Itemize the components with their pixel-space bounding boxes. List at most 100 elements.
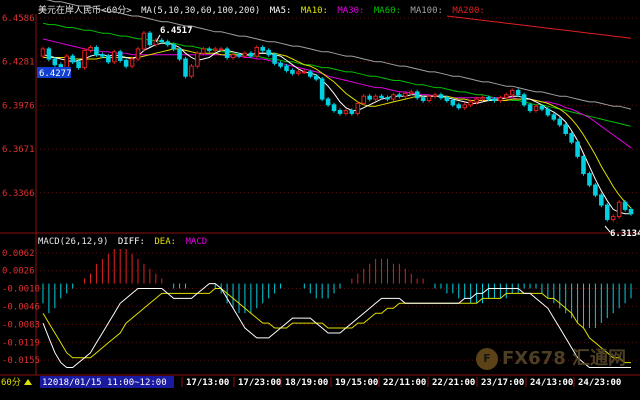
candle-body (52, 58, 58, 66)
candle-body (88, 47, 93, 51)
candle-body (569, 132, 574, 143)
candle-body (117, 51, 123, 61)
price-tick-label: 6.3366 (2, 189, 35, 199)
date-tick-label: 24/23:00 (578, 378, 621, 388)
price-tick-label: 6.4281 (2, 58, 35, 68)
candle-body (165, 41, 170, 46)
range-label: 12018/01/15 11:00~12:00 (42, 378, 167, 388)
candle-body (100, 54, 105, 57)
candle-body (307, 71, 313, 77)
candle-body (403, 92, 408, 97)
candle-body (456, 104, 462, 109)
candle-body (212, 48, 218, 51)
fx678-watermark: F FX678 汇通网 (475, 344, 626, 370)
candle-body (397, 94, 402, 97)
candle-body (480, 97, 485, 100)
date-tick-label: 24/13:00 (530, 378, 573, 388)
candle-body (575, 141, 580, 157)
candle-body (147, 32, 153, 46)
candle-body (177, 48, 182, 60)
candle-body (40, 48, 46, 57)
candle-body (616, 201, 622, 218)
ma60-line (42, 22, 632, 127)
macd-tick-label: 0.0062 (2, 249, 35, 259)
candle-body (70, 55, 75, 63)
candle-body (545, 108, 551, 116)
candle-body (486, 97, 491, 100)
candle-body (141, 32, 147, 50)
candle-body (414, 91, 420, 99)
candle-body (46, 48, 52, 60)
candle-body (189, 65, 194, 77)
price-tick-label: 6.3976 (2, 101, 35, 111)
candle-body (379, 95, 384, 99)
candle-body (450, 100, 456, 106)
candle-body (610, 216, 616, 220)
candle-body (361, 95, 367, 104)
candle-body (604, 204, 610, 220)
candle-body (521, 94, 527, 106)
low-price-label: 6.3134 (610, 229, 640, 239)
candle-body (533, 105, 539, 112)
candle-body (82, 49, 87, 69)
candle-body (302, 71, 307, 74)
candle-body (498, 97, 503, 102)
candle-body (183, 58, 188, 77)
candle-body (296, 71, 301, 74)
date-tick-label: 19/15:00 (335, 378, 378, 388)
candle-body (129, 58, 135, 67)
macd-tick-label: 0.0026 (2, 267, 35, 277)
candle-body (319, 78, 325, 100)
candle-body (218, 48, 224, 51)
candle-body (248, 52, 254, 57)
price-tick-label: 6.3671 (2, 145, 35, 155)
macd-tick-label: -0.0010 (2, 285, 40, 295)
candle-body (236, 54, 242, 57)
date-tick-label: 22/11:00 (383, 378, 426, 388)
candle-body (224, 48, 230, 59)
candle-body (515, 89, 521, 96)
candle-body (349, 110, 355, 114)
price-tick-label: 6.4586 (2, 14, 35, 24)
candle-body (111, 51, 117, 63)
candle-body (201, 48, 206, 54)
candle-body (135, 48, 141, 60)
candle-body (272, 54, 277, 64)
candle-body (563, 124, 568, 134)
candle-body (385, 97, 390, 100)
candle-body (159, 39, 165, 43)
candle-body (557, 118, 563, 126)
candle-body (622, 201, 628, 210)
candle-body (432, 94, 438, 97)
chart-canvas[interactable]: 6.4586 6.4281 6.3976 6.3671 6.3366 0.0062 0.0… (0, 0, 640, 400)
date-tick-label: 18/19:00 (285, 378, 328, 388)
candle-body (207, 48, 212, 51)
candle-body (171, 44, 176, 50)
candle-body (230, 54, 236, 59)
period-up-icon (24, 379, 32, 385)
candle-body (331, 104, 337, 112)
candle-body (628, 208, 634, 215)
ma5-line (42, 42, 631, 215)
date-tick-label: 23/17:00 (481, 378, 524, 388)
candle-body (367, 95, 372, 100)
candle-body (106, 55, 111, 63)
candle-body (420, 97, 426, 102)
candle-body (355, 102, 361, 114)
candle-body (313, 75, 319, 80)
candle-body (284, 65, 289, 71)
candle-body (343, 110, 349, 114)
candle-body (242, 52, 248, 57)
candle-body (551, 114, 557, 120)
candle-body (408, 91, 414, 94)
current-price-label: 6.4277 (39, 69, 72, 79)
candle-body (539, 105, 545, 110)
candle-body (587, 173, 592, 186)
ma200-line (446, 15, 632, 39)
candle-body (504, 94, 509, 99)
candle-body (599, 194, 604, 206)
candle-body (527, 104, 533, 112)
ma10-line (43, 48, 632, 209)
candle-body (254, 47, 260, 57)
candle-body (391, 94, 396, 100)
